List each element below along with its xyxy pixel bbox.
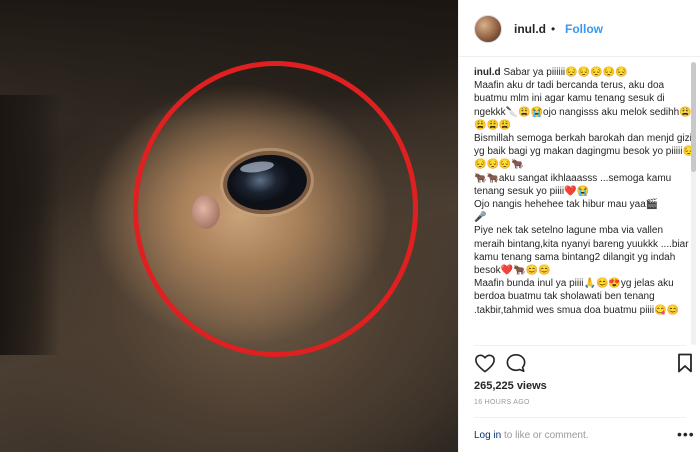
login-prompt-suffix: to like or comment. (504, 430, 589, 441)
caption-line-2: Bismillah semoga berkah barokah dan menj… (474, 133, 695, 171)
actions-divider (474, 345, 686, 346)
caption-line-6: Piye nek tak setelno lagune mba via vall… (474, 225, 692, 277)
post-photo (0, 0, 458, 452)
caption-username[interactable]: inul.d (474, 67, 501, 78)
caption-line-5: 🎤 (474, 212, 487, 224)
caption-line-1: Maafin aku dr tadi bercanda terus, aku d… (474, 80, 692, 131)
scrollbar-thumb[interactable] (691, 62, 696, 172)
post-sidebar: inul.d • Follow inul.d Sabar ya piiiiii😔… (459, 0, 700, 452)
red-annotation-circle (133, 61, 418, 357)
avatar[interactable] (474, 15, 502, 43)
heart-icon[interactable] (474, 353, 496, 373)
follow-button[interactable]: Follow (565, 22, 603, 36)
caption-line-7: Maafin bunda inul ya piiii🙏😊😍yg jelas ak… (474, 278, 679, 316)
footer-divider (474, 417, 686, 418)
comment-icon[interactable] (505, 353, 527, 373)
username-link[interactable]: inul.d (514, 22, 546, 36)
post-timestamp[interactable]: 16 HOURS AGO (474, 399, 530, 406)
caption-area[interactable]: inul.d Sabar ya piiiiii😔😔😔😔😔 Maafin aku … (474, 66, 696, 342)
post-header: inul.d • Follow (459, 0, 700, 57)
caption-line-4: Ojo nangis hehehee tak hibur mau yaa🎬 (474, 199, 659, 211)
caption-line-3: 🐂🐂aku sangat ikhlaaasss ...semoga kamu t… (474, 172, 674, 197)
caption-scrollbar[interactable] (691, 62, 696, 345)
login-link[interactable]: Log in (474, 430, 501, 441)
more-options-icon[interactable]: ••• (677, 426, 695, 442)
views-count: 265,225 views (474, 380, 547, 392)
separator-dot: • (551, 22, 556, 36)
caption-line-0: inul.d Sabar ya piiiiii😔😔😔😔😔 (474, 67, 628, 78)
bookmark-icon[interactable] (677, 353, 693, 373)
photo-background-bar (0, 95, 60, 355)
login-prompt: Log in to like or comment. (474, 430, 589, 441)
